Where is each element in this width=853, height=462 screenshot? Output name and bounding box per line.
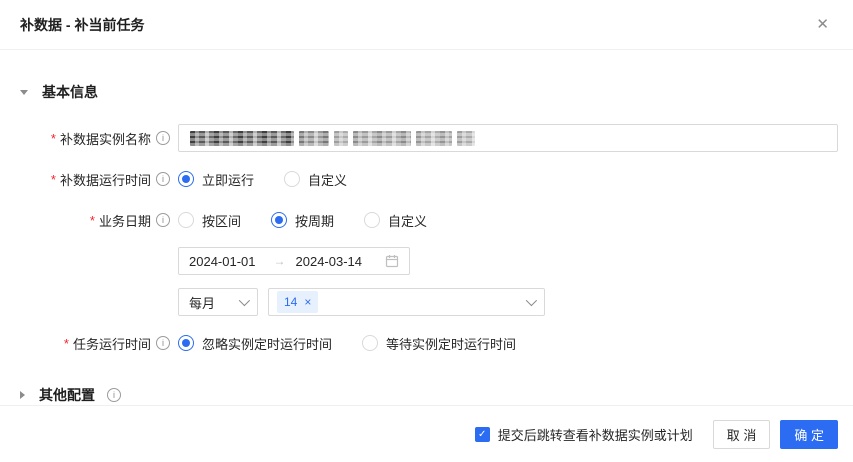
cycle-unit-select[interactable]: 每月 xyxy=(178,288,258,316)
business-date-label: * 业务日期 i xyxy=(20,211,170,230)
calendar-icon[interactable] xyxy=(385,254,399,268)
section-basic-info-toggle[interactable]: 基本信息 xyxy=(20,82,838,102)
row-task-run-time: * 任务运行时间 i 忽略实例定时运行时间 等待实例定时运行时间 xyxy=(20,329,838,357)
business-date-radio-group: 按区间 按周期 自定义 xyxy=(178,211,838,230)
radio-icon[interactable] xyxy=(178,212,194,228)
selected-day-tag: 14 × xyxy=(277,291,319,313)
info-icon[interactable]: i xyxy=(156,172,170,186)
cycle-unit-value: 每月 xyxy=(189,295,216,311)
radio-run-custom[interactable]: 自定义 xyxy=(284,170,347,189)
checkbox-checked-icon[interactable]: ✓ xyxy=(474,426,490,442)
radio-by-cycle[interactable]: 按周期 xyxy=(271,211,334,230)
range-end-date[interactable]: 2024-03-14 xyxy=(296,254,363,269)
radio-date-custom[interactable]: 自定义 xyxy=(364,211,427,230)
radio-by-range[interactable]: 按区间 xyxy=(178,211,241,230)
required-asterisk: * xyxy=(50,171,56,187)
radio-icon[interactable] xyxy=(362,335,379,351)
required-asterisk: * xyxy=(89,212,95,228)
run-time-label: * 补数据运行时间 i xyxy=(20,170,170,189)
instance-name-input[interactable] xyxy=(178,124,838,152)
caret-right-icon xyxy=(20,391,25,399)
radio-icon[interactable] xyxy=(284,171,301,187)
confirm-button[interactable]: 确 定 xyxy=(780,419,838,449)
range-start-date[interactable]: 2024-01-01 xyxy=(189,254,256,269)
checkbox-label: 提交后跳转查看补数据实例或计划 xyxy=(497,427,693,443)
cycle-days-multiselect[interactable]: 14 × xyxy=(268,288,545,316)
radio-ignore-scheduled-time[interactable]: 忽略实例定时运行时间 xyxy=(178,334,332,353)
radio-wait-scheduled-time[interactable]: 等待实例定时运行时间 xyxy=(362,334,516,353)
caret-down-icon xyxy=(20,89,28,95)
info-icon[interactable]: i xyxy=(156,213,170,227)
dialog-title: 补数据 - 补当前任务 xyxy=(20,16,145,33)
task-run-time-radio-group: 忽略实例定时运行时间 等待实例定时运行时间 xyxy=(178,334,838,353)
task-run-time-label: * 任务运行时间 i xyxy=(20,334,170,353)
info-icon[interactable]: i xyxy=(107,388,121,402)
info-icon[interactable]: i xyxy=(156,336,170,350)
chevron-down-icon xyxy=(525,294,538,307)
radio-icon[interactable] xyxy=(271,212,288,228)
radio-icon[interactable] xyxy=(178,335,194,351)
date-range-picker[interactable]: 2024-01-01 → 2024-03-14 xyxy=(178,247,410,275)
instance-name-label: * 补数据实例名称 i xyxy=(20,129,170,148)
radio-icon[interactable] xyxy=(178,171,194,187)
required-asterisk: * xyxy=(63,335,69,351)
cycle-select-row: 每月 14 × xyxy=(178,288,838,316)
redacted-value xyxy=(190,130,475,146)
row-run-time: * 补数据运行时间 i 立即运行 自定义 xyxy=(20,165,838,193)
tag-close-icon[interactable]: × xyxy=(304,295,311,309)
range-arrow-icon: → xyxy=(273,254,286,268)
close-icon[interactable]: ✕ xyxy=(812,13,833,36)
jump-after-submit-checkbox[interactable]: ✓ 提交后跳转查看补数据实例或计划 xyxy=(474,425,693,444)
date-range-row: 2024-01-01 → 2024-03-14 xyxy=(178,247,838,275)
dialog-body: 基本信息 * 补数据实例名称 i * 补数据运行时间 i 立即运行 自定义 * … xyxy=(0,50,853,405)
dialog-header: 补数据 - 补当前任务 ✕ xyxy=(0,0,853,50)
row-instance-name: * 补数据实例名称 i xyxy=(20,124,838,152)
cancel-button[interactable]: 取 消 xyxy=(712,419,771,449)
required-asterisk: * xyxy=(50,130,56,146)
row-business-date: * 业务日期 i 按区间 按周期 自定义 xyxy=(20,206,838,234)
backfill-data-dialog: 补数据 - 补当前任务 ✕ 基本信息 * 补数据实例名称 i * 补数据运行时间… xyxy=(0,0,853,457)
section-basic-info-title: 基本信息 xyxy=(42,84,98,100)
run-time-radio-group: 立即运行 自定义 xyxy=(178,170,838,189)
radio-icon[interactable] xyxy=(364,212,381,228)
chevron-down-icon xyxy=(238,294,251,307)
section-other-config-title: 其他配置 xyxy=(39,387,95,403)
radio-run-immediately[interactable]: 立即运行 xyxy=(178,170,254,189)
section-other-config-toggle[interactable]: 其他配置 i xyxy=(20,385,838,405)
info-icon[interactable]: i xyxy=(156,131,170,145)
dialog-footer: ✓ 提交后跳转查看补数据实例或计划 取 消 确 定 xyxy=(0,405,853,462)
